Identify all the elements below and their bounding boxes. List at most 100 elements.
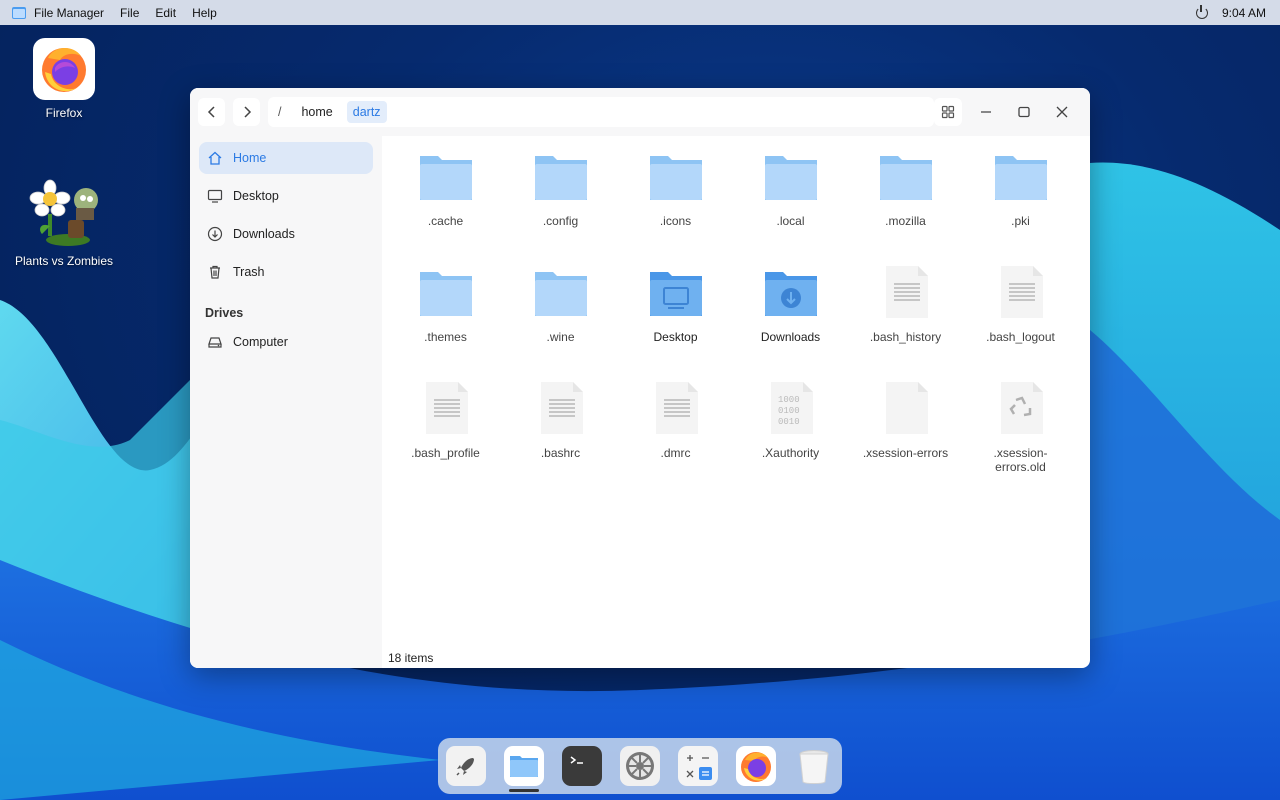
- file-item[interactable]: .xsession-errors.old: [963, 378, 1078, 476]
- file-item[interactable]: Downloads: [733, 262, 848, 360]
- menubar-app-name[interactable]: File Manager: [34, 6, 104, 20]
- trash-icon: [799, 750, 829, 784]
- folder-icon: [416, 262, 476, 322]
- file-item[interactable]: Desktop: [618, 262, 733, 360]
- window-titlebar: / home dartz: [190, 88, 1090, 136]
- file-name: .config: [542, 214, 579, 228]
- sidebar-item-label: Computer: [233, 335, 288, 349]
- calculator-icon: [678, 746, 718, 786]
- launcher-icon: [446, 746, 486, 786]
- dock-trash[interactable]: [794, 746, 834, 786]
- breadcrumb-home[interactable]: home: [295, 101, 338, 123]
- downloads-icon: [207, 226, 223, 242]
- text-file-icon: [531, 378, 591, 438]
- text-file-icon: [416, 378, 476, 438]
- folder-icon: [876, 146, 936, 206]
- sidebar-item-label: Trash: [233, 265, 265, 279]
- folder-icon: [416, 146, 476, 206]
- dock-calculator[interactable]: [678, 746, 718, 786]
- plants-vs-zombies-icon: [28, 178, 100, 250]
- file-item[interactable]: .icons: [618, 146, 733, 244]
- file-name: .bash_profile: [411, 446, 480, 460]
- maximize-button[interactable]: [1010, 98, 1038, 126]
- file-item[interactable]: .xsession-errors: [848, 378, 963, 476]
- file-item[interactable]: .pki: [963, 146, 1078, 244]
- chevron-right-icon: [243, 106, 251, 118]
- desktop-icon-firefox[interactable]: Firefox: [9, 38, 119, 120]
- file-name: .cache: [427, 214, 464, 228]
- file-name: .mozilla: [885, 214, 926, 228]
- sidebar-item-trash[interactable]: Trash: [199, 256, 373, 288]
- breadcrumb-dartz[interactable]: dartz: [346, 101, 387, 123]
- menu-file[interactable]: File: [120, 6, 139, 20]
- desktop-icon-label: Plants vs Zombies: [14, 254, 114, 268]
- file-item[interactable]: .bash_logout: [963, 262, 1078, 360]
- file-name: .bash_logout: [986, 330, 1055, 344]
- home-icon: [208, 151, 222, 165]
- dock-active-indicator: [509, 789, 539, 792]
- file-manager-icon: [504, 746, 544, 786]
- file-manager-window: / home dartz Home Desktop Downloads Tras…: [190, 88, 1090, 668]
- file-name: .bashrc: [540, 446, 581, 460]
- file-name: .themes: [424, 330, 467, 344]
- sidebar-item-computer[interactable]: Computer: [199, 326, 373, 358]
- breadcrumb[interactable]: / home dartz: [268, 97, 934, 127]
- file-name: .xsession-errors.old: [993, 446, 1048, 474]
- dock-settings[interactable]: [620, 746, 660, 786]
- close-icon: [1056, 106, 1068, 118]
- file-item[interactable]: .bash_history: [848, 262, 963, 360]
- sidebar-item-desktop[interactable]: Desktop: [199, 180, 373, 212]
- sidebar-item-downloads[interactable]: Downloads: [199, 218, 373, 250]
- breadcrumb-root[interactable]: /: [274, 105, 295, 119]
- sidebar-section-drives: Drives: [205, 306, 244, 320]
- folder-icon: [991, 146, 1051, 206]
- dock: [438, 738, 842, 794]
- power-icon[interactable]: [1195, 4, 1208, 19]
- folder-icon: [531, 262, 591, 322]
- dock-launcher[interactable]: [446, 746, 486, 786]
- view-toggle-button[interactable]: [934, 98, 962, 126]
- back-button[interactable]: [198, 98, 225, 126]
- close-button[interactable]: [1048, 98, 1076, 126]
- file-item[interactable]: .dmrc: [618, 378, 733, 476]
- menu-help[interactable]: Help: [192, 6, 217, 20]
- desktop-icon-plants-vs-zombies[interactable]: Plants vs Zombies: [9, 178, 119, 268]
- chevron-left-icon: [207, 106, 215, 118]
- file-item[interactable]: .config: [503, 146, 618, 244]
- minimize-button[interactable]: [972, 98, 1000, 126]
- file-name: .dmrc: [660, 446, 691, 460]
- desktop-folder-icon: [646, 262, 706, 322]
- dock-terminal[interactable]: [562, 746, 602, 786]
- file-item[interactable]: .themes: [388, 262, 503, 360]
- file-name: .wine: [546, 330, 575, 344]
- file-item[interactable]: .wine: [503, 262, 618, 360]
- sidebar-item-home[interactable]: Home: [199, 142, 373, 174]
- file-item[interactable]: .mozilla: [848, 146, 963, 244]
- forward-button[interactable]: [233, 98, 260, 126]
- terminal-icon: [562, 746, 602, 786]
- svg-text:1000: 1000: [778, 395, 800, 405]
- file-manager-icon: [12, 6, 26, 19]
- svg-text:0010: 0010: [778, 417, 800, 427]
- maximize-icon: [1018, 106, 1030, 118]
- file-item[interactable]: .bashrc: [503, 378, 618, 476]
- drive-icon: [208, 337, 222, 348]
- blank-file-icon: [876, 378, 936, 438]
- dock-file-manager[interactable]: [504, 746, 544, 786]
- menu-edit[interactable]: Edit: [155, 6, 176, 20]
- file-item[interactable]: .local: [733, 146, 848, 244]
- file-name: .xsession-errors: [862, 446, 949, 460]
- dock-firefox[interactable]: [736, 746, 776, 786]
- binary-file-icon: 1000 0100 0010: [761, 378, 821, 438]
- firefox-icon: [33, 38, 95, 100]
- top-menubar: File Manager File Edit Help 9:04 AM: [0, 0, 1280, 25]
- firefox-icon: [736, 746, 776, 786]
- file-item[interactable]: 1000 0100 0010 .Xauthority: [733, 378, 848, 476]
- desktop-icon: [207, 189, 223, 203]
- clock: 9:04 AM: [1221, 5, 1266, 20]
- text-file-icon: [646, 378, 706, 438]
- status-bar: 18 items: [388, 651, 434, 665]
- file-name: .Xauthority: [761, 446, 820, 460]
- file-item[interactable]: .cache: [388, 146, 503, 244]
- file-item[interactable]: .bash_profile: [388, 378, 503, 476]
